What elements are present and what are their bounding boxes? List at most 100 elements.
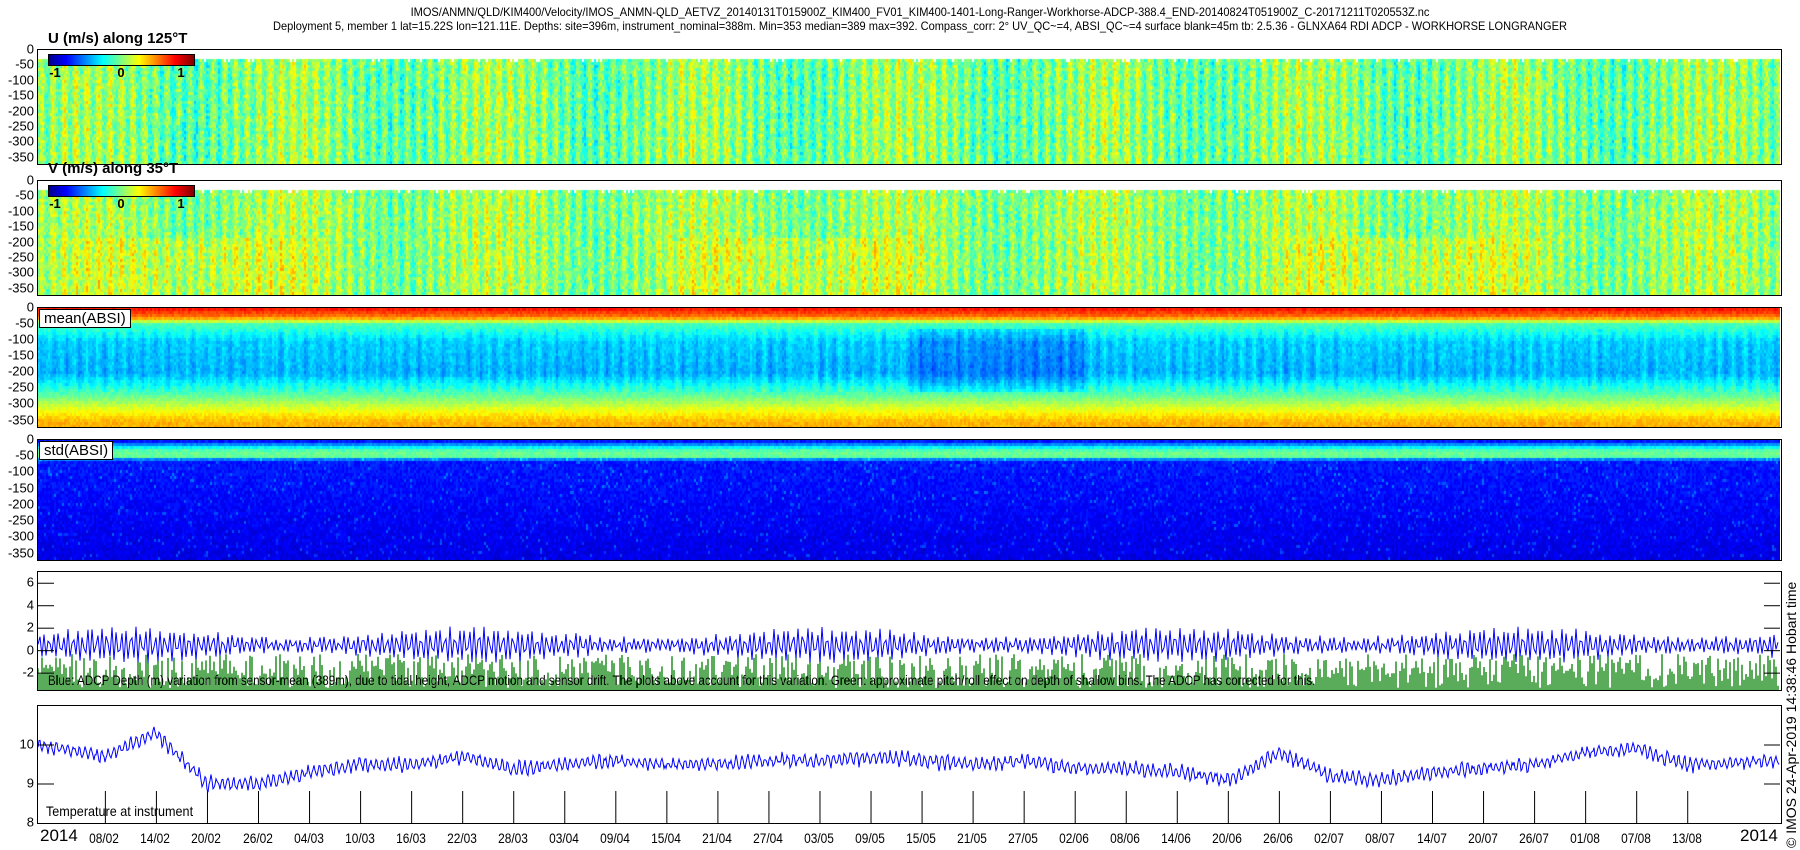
x-tick-label: 28/03	[497, 830, 528, 846]
x-tick-label: 21/04	[701, 830, 732, 846]
y-tick-label: -150	[7, 218, 34, 234]
x-tick-label: 03/05	[804, 830, 834, 846]
year-label-right: 2014	[1740, 826, 1778, 845]
x-tick-label: 13/08	[1671, 830, 1702, 846]
x-tick-label: 09/05	[855, 830, 885, 846]
depth-variation-panel: Blue: ADCP Depth (m) variation from sens…	[37, 571, 1782, 691]
x-tick-label: 15/04	[650, 830, 681, 846]
y-tick-label: 6	[26, 574, 34, 590]
x-tick-label: 20/06	[1212, 830, 1243, 846]
colorbar-tick: 1	[177, 65, 185, 80]
x-tick-label: 03/04	[548, 830, 579, 846]
y-tick-label: -250	[7, 512, 34, 528]
file-title: IMOS/ANMN/QLD/KIM400/Velocity/IMOS_ANMN-…	[410, 5, 1430, 19]
temperature-plot	[38, 726, 1780, 823]
depth-caption: Blue: ADCP Depth (m) variation from sens…	[48, 672, 1316, 688]
x-tick-label: 20/02	[191, 830, 222, 846]
temperature-label: Temperature at instrument	[46, 803, 194, 819]
colorbar-tick: -1	[49, 65, 61, 80]
y-tick-label: -50	[15, 187, 34, 203]
v-heatmap	[38, 181, 1780, 295]
x-tick-label: 04/03	[293, 830, 324, 846]
x-tick-label: 01/08	[1569, 830, 1600, 846]
u-heatmap	[38, 50, 1780, 164]
credit-text: © IMOS 24-Apr-2019 14:38:46 Hobart time	[1783, 581, 1799, 848]
y-tick-label: 10	[19, 736, 34, 752]
year-label-left: 2014	[40, 826, 78, 845]
y-tick-label: 2	[26, 619, 34, 635]
y-tick-label: -250	[7, 118, 34, 134]
x-tick-label: 26/02	[242, 830, 273, 846]
std-heatmap	[38, 440, 1780, 560]
colorbar-tick: 1	[177, 196, 185, 211]
y-tick-label: -200	[7, 363, 34, 379]
y-tick-label: -300	[7, 528, 34, 544]
y-tick-label: -350	[7, 545, 34, 560]
x-tick-label: 02/06	[1059, 830, 1090, 846]
y-tick-label: -200	[7, 234, 34, 250]
x-tick-label: 14/07	[1416, 830, 1447, 846]
y-tick-label: 0	[26, 41, 34, 57]
x-tick-label: 02/07	[1314, 830, 1345, 846]
y-tick-label: -50	[15, 315, 34, 331]
x-tick-label: 20/07	[1467, 830, 1498, 846]
x-tick-label: 26/07	[1518, 830, 1549, 846]
adcp-depth-series	[38, 626, 1779, 664]
u-velocity-panel: -1 0 1	[37, 49, 1782, 165]
y-tick-label: -200	[7, 496, 34, 512]
deployment-info: Deployment 5, member 1 lat=15.22S lon=12…	[273, 19, 1567, 33]
y-tick-label: -250	[7, 379, 34, 395]
x-tick-label: 10/03	[344, 830, 375, 846]
y-tick-label: -350	[7, 149, 34, 165]
x-tick-label: 27/04	[753, 830, 783, 846]
y-tick-label: 0	[26, 172, 34, 188]
x-tick-label: 26/06	[1263, 830, 1294, 846]
colorbar-tick: 0	[117, 196, 125, 211]
x-tick-label: 16/03	[395, 830, 426, 846]
y-tick-label: -150	[7, 480, 34, 496]
y-tick-label: -300	[7, 395, 34, 411]
x-tick-label: 07/08	[1620, 830, 1651, 846]
y-tick-label: 4	[26, 597, 34, 613]
y-tick-label: -50	[15, 447, 34, 463]
x-tick-label: 14/02	[140, 830, 171, 846]
y-tick-label: -300	[7, 133, 34, 149]
y-tick-label: -150	[7, 347, 34, 363]
y-tick-label: -100	[7, 203, 34, 219]
temperature-series	[38, 726, 1780, 793]
x-tick-label: 15/05	[906, 830, 936, 846]
u-panel-title: U (m/s) along 125°T	[48, 30, 188, 47]
y-tick-label: -200	[7, 103, 34, 119]
y-tick-label: -150	[7, 87, 34, 103]
y-tick-label: -350	[7, 280, 34, 296]
y-tick-label: -100	[7, 463, 34, 479]
colorbar-tick: 0	[117, 65, 125, 80]
x-tick-label: 22/03	[446, 830, 477, 846]
colorbar-tick: -1	[49, 196, 61, 211]
y-tick-label: -50	[15, 56, 34, 72]
y-tick-label: -100	[7, 331, 34, 347]
x-tick-label: 08/06	[1110, 830, 1141, 846]
y-tick-label: 9	[26, 775, 34, 791]
y-tick-label: 0	[26, 431, 34, 447]
temperature-panel: Temperature at instrument	[37, 705, 1782, 824]
std-absi-label: std(ABSI)	[39, 441, 114, 460]
mean-heatmap	[38, 308, 1780, 427]
y-tick-label: -300	[7, 264, 34, 280]
std-absi-panel: std(ABSI)	[37, 439, 1782, 561]
y-tick-label: 0	[26, 642, 34, 658]
y-tick-label: 0	[26, 299, 34, 315]
y-tick-label: -100	[7, 72, 34, 88]
y-tick-label: -350	[7, 412, 34, 428]
v-velocity-panel: -1 0 1	[37, 180, 1782, 296]
mean-absi-label: mean(ABSI)	[39, 309, 131, 328]
y-tick-label: -2	[22, 664, 34, 680]
v-panel-title: V (m/s) along 35°T	[48, 160, 179, 177]
x-tick-label: 09/04	[599, 830, 630, 846]
x-tick-label: 08/07	[1365, 830, 1396, 846]
y-tick-label: -250	[7, 249, 34, 265]
x-tick-label: 27/05	[1008, 830, 1039, 846]
x-tick-label: 14/06	[1161, 830, 1192, 846]
mean-absi-panel: mean(ABSI)	[37, 307, 1782, 428]
y-tick-label: 8	[26, 814, 34, 830]
